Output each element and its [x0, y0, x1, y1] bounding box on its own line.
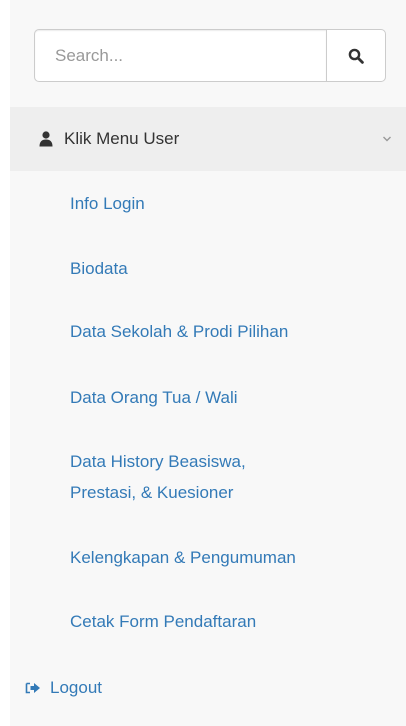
submenu-item-data-sekolah[interactable]: Data Sekolah & Prodi Pilihan [70, 316, 390, 347]
search-icon [348, 48, 364, 64]
logout-label: Logout [50, 678, 102, 697]
logout-link[interactable]: Logout [25, 672, 102, 703]
submenu-item-data-history-line2[interactable]: Prestasi, & Kuesioner [70, 477, 390, 508]
sign-out-icon [25, 681, 41, 695]
search-group [34, 29, 386, 82]
submenu-item-data-history-line1[interactable]: Data History Beasiswa, [70, 446, 390, 477]
submenu-item-data-orang-tua[interactable]: Data Orang Tua / Wali [70, 382, 390, 413]
submenu-item-biodata[interactable]: Biodata [70, 253, 390, 284]
chevron-down-icon [381, 131, 393, 142]
search-input[interactable] [34, 29, 326, 82]
user-icon [39, 131, 53, 147]
menu-user-toggle[interactable]: Klik Menu User [10, 107, 406, 171]
submenu-item-kelengkapan[interactable]: Kelengkapan & Pengumuman [70, 542, 390, 573]
search-button[interactable] [326, 29, 386, 82]
submenu-item-info-login[interactable]: Info Login [70, 188, 390, 219]
menu-user-label: Klik Menu User [64, 129, 180, 148]
sidebar: Klik Menu User Info Login Biodata Data S… [0, 0, 406, 726]
submenu-item-cetak-form[interactable]: Cetak Form Pendaftaran [70, 606, 390, 637]
